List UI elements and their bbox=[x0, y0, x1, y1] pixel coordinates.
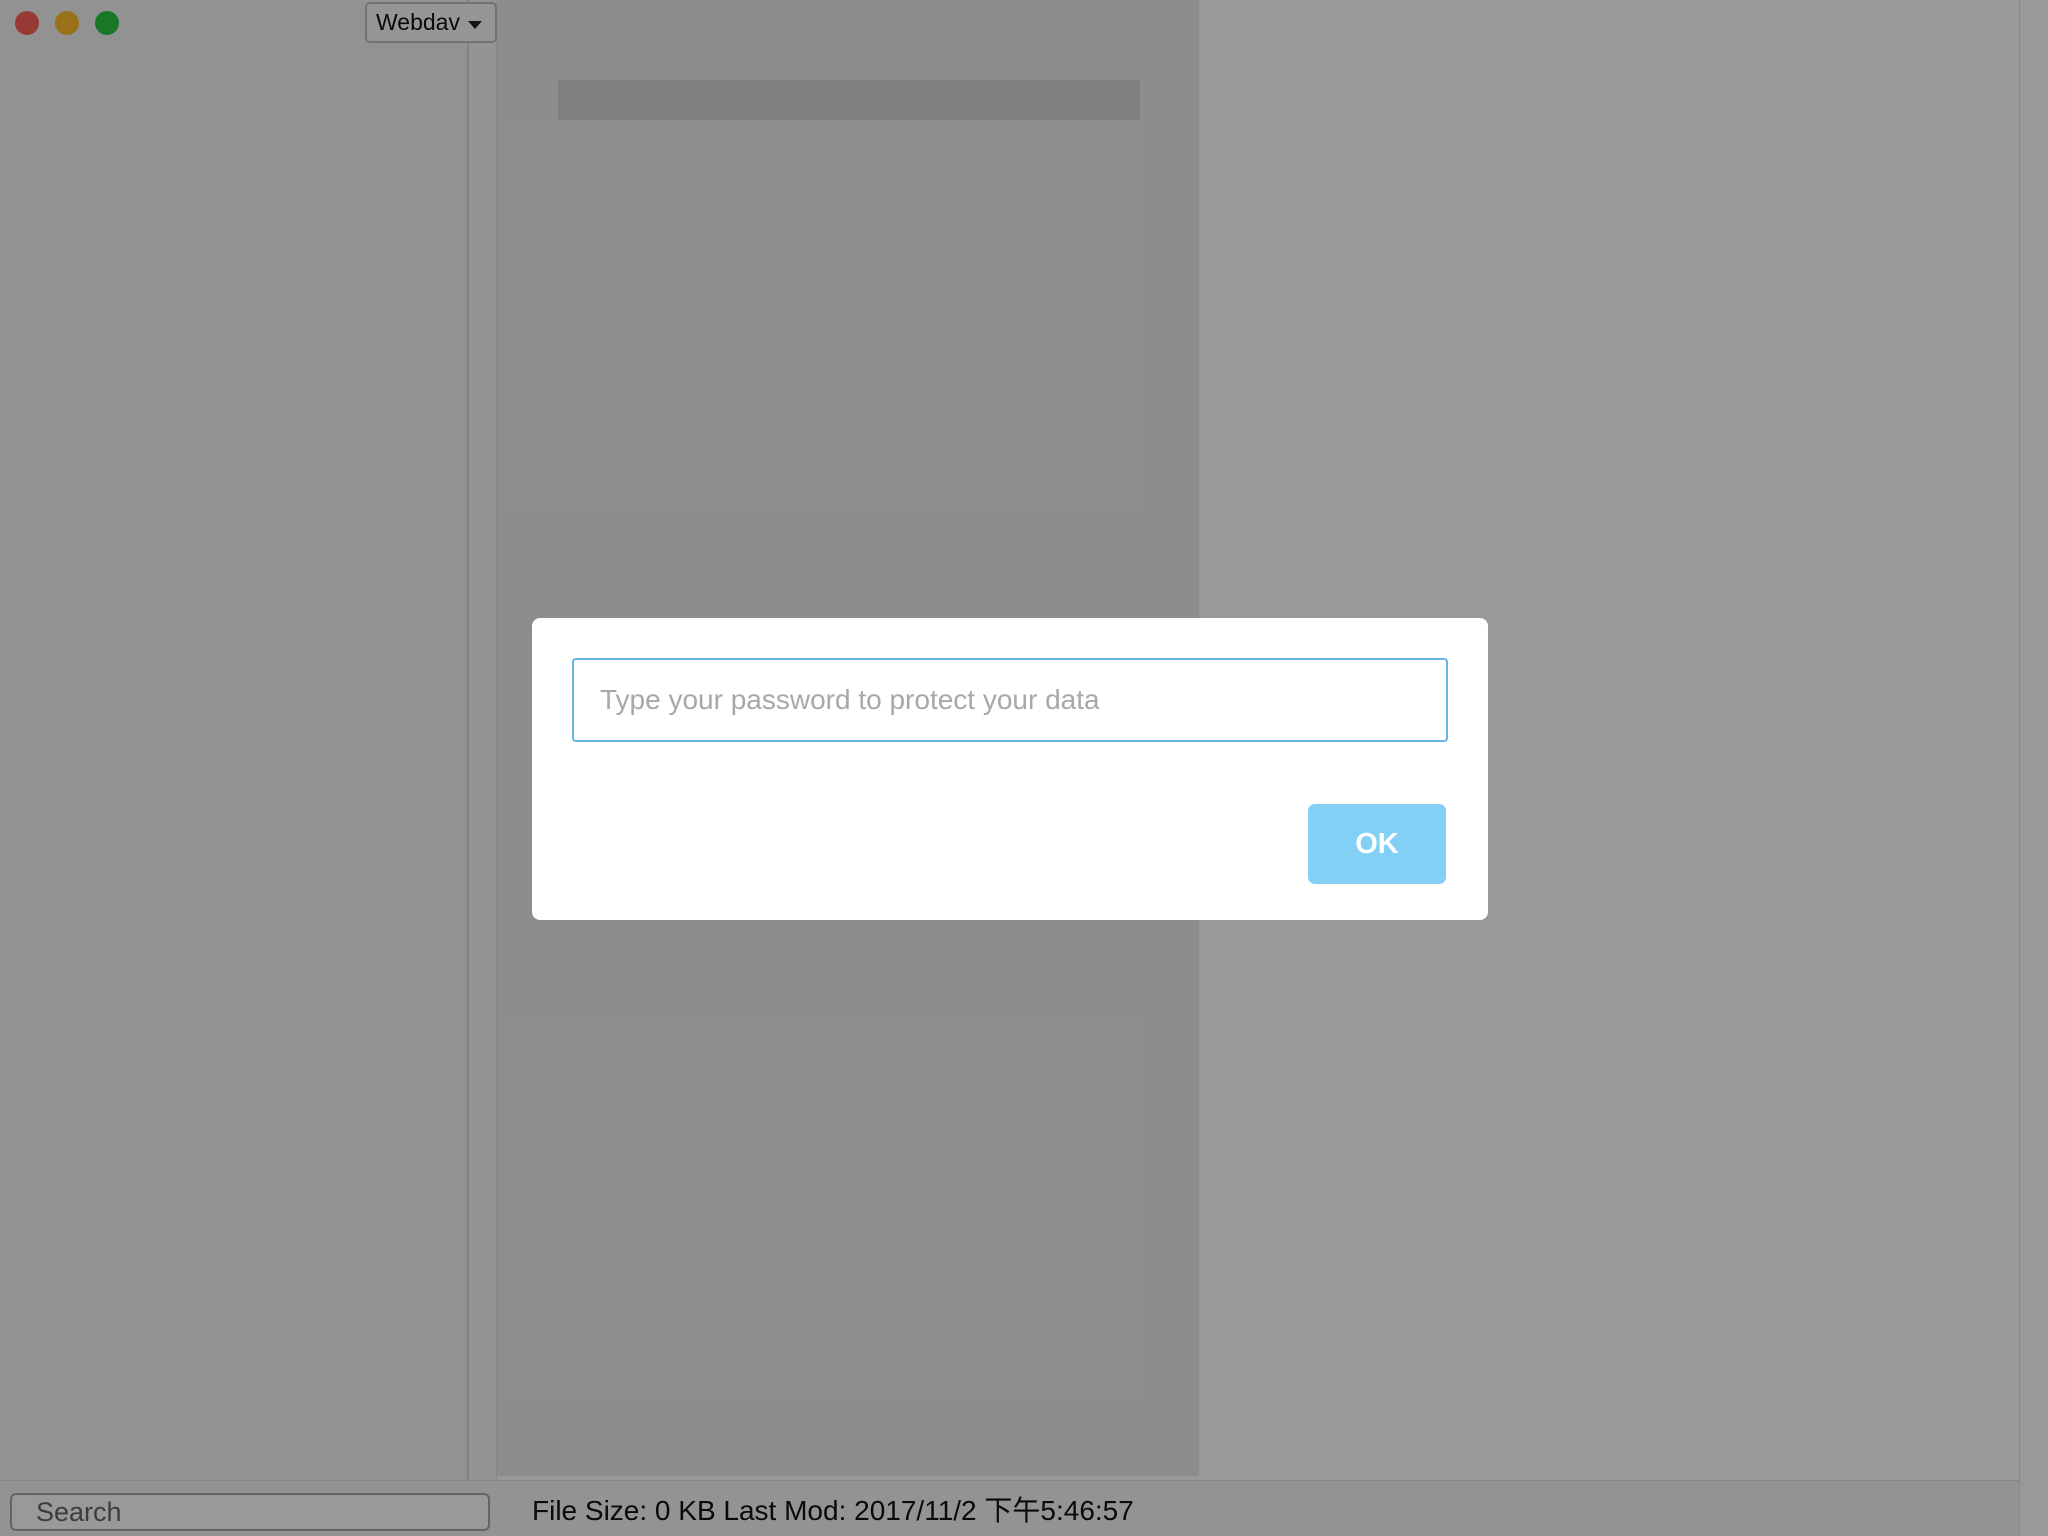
password-input[interactable] bbox=[572, 658, 1448, 742]
password-dialog: OK bbox=[532, 618, 1488, 920]
ok-button[interactable]: OK bbox=[1308, 804, 1446, 884]
